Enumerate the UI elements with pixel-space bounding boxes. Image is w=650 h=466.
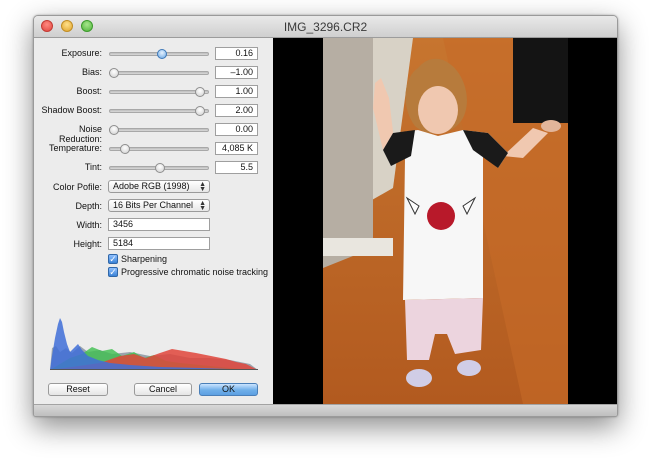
temperature-slider-knob[interactable] bbox=[119, 144, 130, 154]
boost-label: Boost: bbox=[76, 86, 102, 96]
bias-slider[interactable] bbox=[109, 71, 209, 75]
chromatic-noise-checkbox[interactable]: ✓ bbox=[108, 267, 118, 277]
bias-label: Bias: bbox=[81, 67, 102, 77]
tint-value[interactable]: 5.5 bbox=[215, 161, 258, 174]
color-profile-popup[interactable]: Adobe RGB (1998) ▲ ▼ bbox=[108, 180, 210, 193]
noise-reduction-label: Noise Reduction: bbox=[58, 124, 102, 144]
shadow-boost-slider[interactable] bbox=[109, 109, 209, 113]
tint-label: Tint: bbox=[84, 162, 102, 172]
boost-slider[interactable] bbox=[109, 90, 209, 94]
histogram bbox=[50, 318, 258, 370]
ok-button[interactable]: OK bbox=[199, 383, 258, 396]
shadow-boost-value[interactable]: 2.00 bbox=[215, 104, 258, 117]
noise-reduction-slider[interactable] bbox=[109, 128, 209, 132]
sharpening-checkbox[interactable]: ✓ bbox=[108, 254, 118, 264]
boost-slider-knob[interactable] bbox=[195, 87, 206, 97]
tint-slider-knob[interactable] bbox=[154, 163, 165, 173]
width-field[interactable]: 3456 bbox=[108, 218, 210, 231]
height-field[interactable]: 5184 bbox=[108, 237, 210, 250]
exposure-label: Exposure: bbox=[61, 48, 102, 58]
window-title: IMG_3296.CR2 bbox=[283, 20, 368, 34]
shadow-boost-label: Shadow Boost: bbox=[41, 105, 102, 115]
photo-preview bbox=[323, 38, 568, 404]
shadow-boost-slider-knob[interactable] bbox=[195, 106, 206, 116]
temperature-label: Temperature: bbox=[48, 143, 102, 153]
color-profile-value: Adobe RGB (1998) bbox=[113, 181, 190, 191]
depth-popup[interactable]: 16 Bits Per Channel ▲ ▼ bbox=[108, 199, 210, 212]
noise-reduction-value[interactable]: 0.00 bbox=[215, 123, 258, 136]
adjustments-panel: Exposure: 0.16 Bias: –1.00 Boost: 1.00 S… bbox=[34, 38, 272, 404]
width-label: Width: bbox=[76, 220, 102, 230]
sharpening-label: Sharpening bbox=[121, 254, 168, 264]
height-label: Height: bbox=[73, 239, 102, 249]
chromatic-noise-label: Progressive chromatic noise tracking bbox=[121, 267, 269, 277]
popup-arrows-icon: ▲ ▼ bbox=[199, 181, 206, 193]
popup-arrows-icon: ▲ ▼ bbox=[199, 200, 206, 212]
bias-slider-knob[interactable] bbox=[109, 68, 119, 78]
temperature-value[interactable]: 4,085 K bbox=[215, 142, 258, 155]
exposure-slider-knob[interactable] bbox=[156, 49, 167, 59]
image-preview bbox=[273, 38, 617, 404]
noise-reduction-slider-knob[interactable] bbox=[109, 125, 119, 135]
reset-button[interactable]: Reset bbox=[48, 383, 108, 396]
depth-label: Depth: bbox=[75, 201, 102, 211]
color-profile-label: Color Pofile: bbox=[52, 182, 102, 192]
depth-value: 16 Bits Per Channel bbox=[113, 200, 194, 210]
bias-value[interactable]: –1.00 bbox=[215, 66, 258, 79]
boost-value[interactable]: 1.00 bbox=[215, 85, 258, 98]
title-bar[interactable]: IMG_3296.CR2 bbox=[34, 16, 617, 38]
bottom-bar bbox=[34, 404, 617, 416]
cancel-button[interactable]: Cancel bbox=[134, 383, 192, 396]
exposure-value[interactable]: 0.16 bbox=[215, 47, 258, 60]
raw-import-window: IMG_3296.CR2 Exposure: 0.16 Bias: –1.00 … bbox=[33, 15, 618, 417]
